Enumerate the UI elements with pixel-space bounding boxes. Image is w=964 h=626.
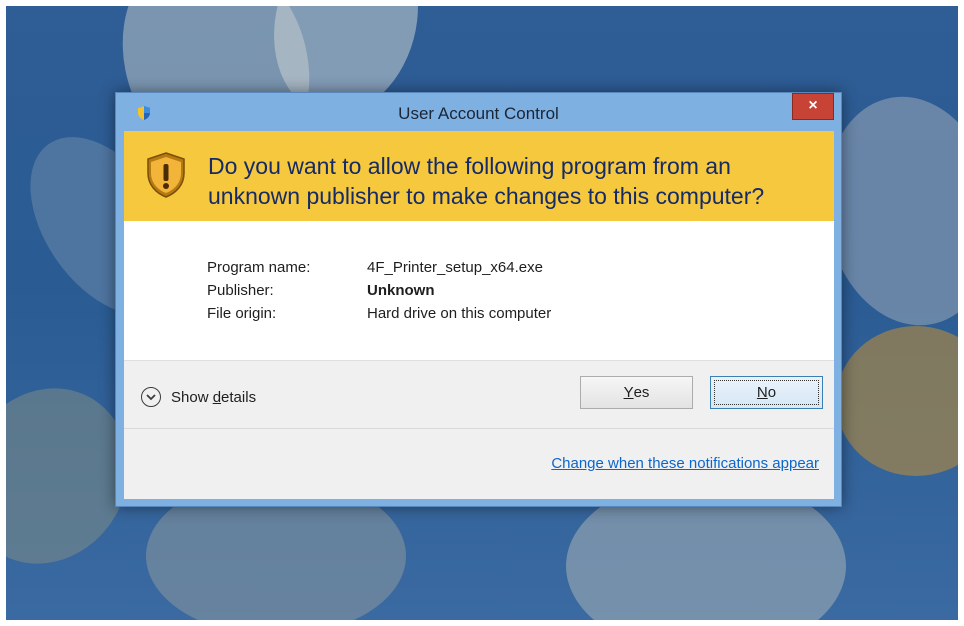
program-name-row: Program name: 4F_Printer_setup_x64.exe <box>207 256 551 279</box>
warning-shield-icon <box>147 152 185 198</box>
change-notifications-link[interactable]: Change when these notifications appear <box>551 455 819 472</box>
program-info: Program name: 4F_Printer_setup_x64.exe P… <box>207 256 551 325</box>
file-origin-label: File origin: <box>207 305 277 322</box>
footer-divider <box>124 428 834 429</box>
program-name-value: 4F_Printer_setup_x64.exe <box>367 259 543 276</box>
show-details-label[interactable]: Show details <box>171 389 256 406</box>
title-bar: User Account Control × <box>116 93 841 131</box>
chevron-down-icon[interactable] <box>141 387 161 407</box>
publisher-row: Publisher: Unknown <box>207 279 551 302</box>
file-origin-value: Hard drive on this computer <box>367 305 552 322</box>
publisher-label: Publisher: <box>207 282 274 299</box>
publisher-value: Unknown <box>367 282 435 299</box>
banner-question: Do you want to allow the following progr… <box>208 153 765 209</box>
program-name-label: Program name: <box>207 259 311 276</box>
file-origin-row: File origin: Hard drive on this computer <box>207 302 551 325</box>
close-button[interactable]: × <box>792 93 834 120</box>
window-title: User Account Control <box>398 104 559 123</box>
dialog-body: Do you want to allow the following progr… <box>124 131 834 499</box>
warning-banner: Do you want to allow the following progr… <box>124 131 834 221</box>
yes-button[interactable]: Yes <box>580 376 693 409</box>
no-button[interactable]: No <box>710 376 823 409</box>
show-details-toggle[interactable]: Show details <box>141 387 256 407</box>
uac-dialog: User Account Control × Do you want to al… <box>115 92 842 507</box>
dialog-footer: Show details Yes No Change when these no… <box>124 360 834 499</box>
